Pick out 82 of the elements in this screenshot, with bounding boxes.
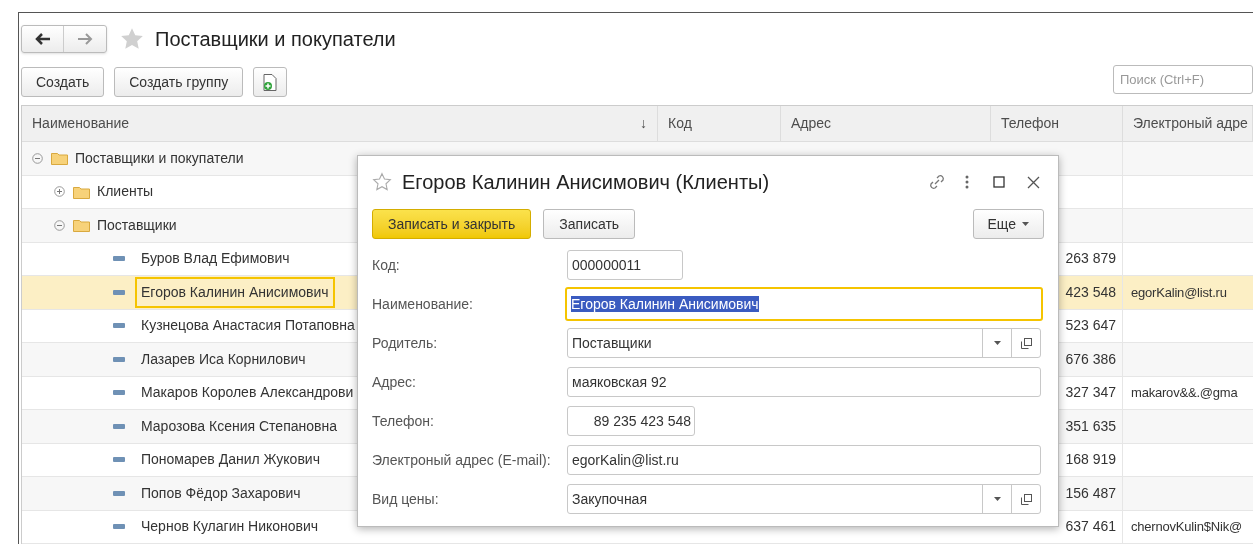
more-options-icon[interactable] [965, 175, 969, 189]
folder-icon [73, 184, 90, 199]
search-field[interactable]: Поиск (Ctrl+F) [1113, 64, 1253, 94]
star-icon[interactable] [372, 172, 392, 192]
input-field[interactable]: маяковская 92 [567, 367, 1041, 397]
forward-arrow-icon [77, 33, 93, 45]
item-icon [113, 390, 125, 396]
add-file-button[interactable] [253, 67, 288, 97]
dialog-title: Егоров Калинин Анисимович (Клиенты) [402, 170, 771, 195]
back-arrow-icon [34, 33, 51, 45]
table-cell-text: 263 879 [1065, 249, 1116, 269]
collapse-icon[interactable] [32, 152, 43, 164]
table-cell-text: 327 347 [1065, 383, 1116, 403]
table-cell-text: 423 548 [1065, 282, 1116, 302]
table-cell-text: chernovKulin$Nik@ [1131, 518, 1242, 536]
more-button[interactable]: Еще [972, 209, 1044, 239]
folder-icon [73, 218, 90, 233]
table-cell-text: 156 487 [1065, 483, 1116, 503]
input-field[interactable]: egorKalin@list.ru [567, 445, 1041, 475]
field-label: Родитель: [372, 333, 439, 353]
folder-icon [51, 151, 68, 166]
caret-icon [1022, 222, 1029, 226]
item-name: Буров Влад Ефимович [140, 249, 291, 269]
item-icon [113, 289, 125, 295]
collapse-icon[interactable] [54, 219, 65, 231]
star-icon[interactable] [119, 26, 145, 52]
table-cell-text: 637 461 [1065, 517, 1116, 537]
field-label: Вид цены: [372, 489, 440, 509]
window-title: Поставщики и покупатели [155, 27, 396, 52]
field-label: Электроный адрес (E-mail): [372, 450, 552, 470]
group-name: Клиенты [97, 182, 154, 202]
group-name: Поставщики и покупатели [75, 148, 244, 168]
input-field[interactable]: Егоров Калинин Анисимович [565, 287, 1043, 321]
toolbar-button[interactable]: Создать группу [114, 67, 244, 97]
field-label: Наименование: [372, 294, 474, 314]
column-header[interactable]: Электроный адре [1123, 106, 1253, 141]
item-name: Лазарев Иса Корнилович [140, 349, 307, 369]
sort-indicator[interactable]: ↓ [640, 113, 647, 134]
column-header[interactable]: Наименование ↓ [22, 106, 658, 141]
item-name: Макаров Королев Александрови [140, 383, 355, 403]
item-name: Попов Фёдор Захарович [140, 483, 302, 503]
column-header[interactable]: Код [658, 106, 781, 141]
table-cell-text: egorKalin@list.ru [1131, 283, 1227, 302]
save-button[interactable]: Записать [543, 209, 636, 239]
toolbar-button[interactable]: Создать [21, 67, 105, 97]
item-icon [113, 524, 125, 530]
table-cell-text: 168 919 [1065, 450, 1116, 470]
table-cell-text: 351 635 [1065, 416, 1116, 436]
table-cell-text: 523 647 [1065, 316, 1116, 336]
item-name: Егоров Калинин Анисимович [135, 276, 335, 308]
item-icon [113, 423, 125, 429]
select-field[interactable]: Закупочная [567, 484, 1041, 514]
field-label: Код: [372, 255, 401, 275]
caret-icon [993, 341, 1001, 345]
column-header[interactable]: Телефон [991, 106, 1123, 141]
item-icon [113, 256, 125, 262]
item-icon [113, 490, 125, 496]
expand-icon[interactable] [54, 186, 65, 198]
table-cell-text: 676 386 [1065, 349, 1116, 369]
close-icon[interactable] [1027, 175, 1040, 189]
item-name: Марозова Ксения Степановна [140, 416, 338, 436]
field-label: Телефон: [372, 411, 435, 431]
item-icon [113, 457, 125, 463]
open-window-icon [1020, 493, 1032, 505]
item-name: Пономарев Данил Жукович [140, 450, 321, 470]
select-field[interactable]: Поставщики [567, 328, 1041, 358]
table-cell-text: makarov&&.@gma [1131, 384, 1238, 402]
maximize-icon[interactable] [993, 176, 1005, 188]
group-name: Поставщики [97, 215, 177, 235]
input-field[interactable]: 89 235 423 548 [567, 406, 695, 436]
item-icon [113, 323, 125, 329]
link-icon[interactable] [927, 172, 947, 192]
caret-icon [993, 497, 1001, 501]
save-and-close-button[interactable]: Записать и закрыть [372, 209, 532, 239]
field-label: Адрес: [372, 372, 417, 392]
column-header[interactable]: Адрес [781, 106, 991, 141]
input-field[interactable]: 000000011 [567, 250, 683, 280]
item-icon [113, 356, 125, 362]
add-document-icon [263, 73, 278, 91]
item-name: Кузнецова Анастасия Потаповна [140, 316, 356, 336]
item-name: Чернов Кулагин Никонович [140, 517, 320, 537]
open-window-icon [1020, 337, 1032, 349]
